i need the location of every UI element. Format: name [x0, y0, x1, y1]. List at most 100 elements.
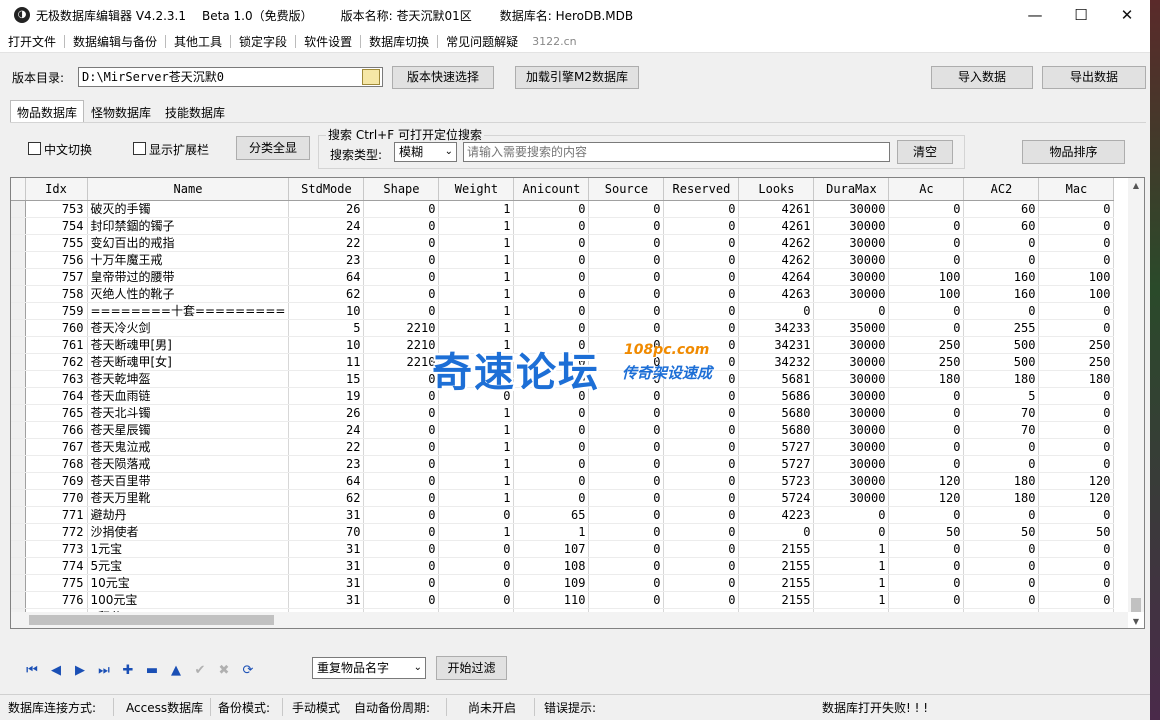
table-cell[interactable]: 0: [663, 387, 740, 405]
table-cell[interactable]: 0: [963, 506, 1040, 524]
table-cell[interactable]: 180: [963, 370, 1040, 388]
table-cell[interactable]: 1: [813, 574, 890, 592]
table-cell[interactable]: 30000: [813, 370, 890, 388]
table-cell[interactable]: 0: [588, 285, 665, 303]
table-cell[interactable]: 0: [1038, 302, 1115, 320]
table-cell[interactable]: 30000: [813, 438, 890, 456]
table-cell[interactable]: 764: [25, 387, 88, 405]
tab-monsters[interactable]: 怪物数据库: [84, 100, 158, 122]
table-cell[interactable]: 5680: [738, 421, 815, 439]
table-cell[interactable]: 755: [25, 234, 88, 252]
table-cell[interactable]: 62: [288, 489, 365, 507]
table-cell[interactable]: 0: [663, 489, 740, 507]
table-cell[interactable]: 1: [438, 404, 515, 422]
menu-site-link[interactable]: 3122.cn: [532, 35, 577, 48]
row-indicator[interactable]: [11, 574, 26, 592]
table-cell[interactable]: 30000: [813, 387, 890, 405]
table-cell[interactable]: 2210: [363, 353, 440, 371]
table-cell[interactable]: 250: [888, 336, 965, 354]
close-icon[interactable]: ✕: [1104, 0, 1150, 30]
table-cell[interactable]: 0: [888, 387, 965, 405]
table-cell[interactable]: 0: [963, 557, 1040, 575]
table-row[interactable]: 773 1元宝 31 0 0 107 0 0 2155 1 0 0 0: [11, 540, 1115, 558]
next-record-icon[interactable]: ▶: [68, 658, 92, 682]
table-cell[interactable]: 11: [288, 353, 365, 371]
table-cell[interactable]: 0: [1038, 404, 1115, 422]
table-cell[interactable]: 0: [588, 455, 665, 473]
table-cell[interactable]: 0: [888, 421, 965, 439]
table-cell[interactable]: 苍天断魂甲[女]: [87, 353, 290, 371]
table-cell[interactable]: 0: [588, 421, 665, 439]
row-indicator[interactable]: [11, 404, 26, 422]
table-cell[interactable]: 34233: [738, 319, 815, 337]
table-cell[interactable]: 0: [588, 319, 665, 337]
table-cell[interactable]: 5: [288, 319, 365, 337]
table-cell[interactable]: 苍天万里靴: [87, 489, 290, 507]
table-cell[interactable]: 0: [513, 285, 590, 303]
table-cell[interactable]: 758: [25, 285, 88, 303]
table-cell[interactable]: 0: [1038, 387, 1115, 405]
horizontal-scrollbar[interactable]: [11, 612, 1128, 628]
table-cell[interactable]: 0: [888, 591, 965, 609]
table-cell[interactable]: 768: [25, 455, 88, 473]
table-cell[interactable]: 0: [513, 200, 590, 218]
table-row[interactable]: 756 十万年魔王戒 23 0 1 0 0 0 4262 30000 0 0 0: [11, 251, 1115, 269]
table-cell[interactable]: 0: [663, 319, 740, 337]
start-filter-button[interactable]: 开始过滤: [436, 656, 507, 680]
table-cell[interactable]: 100: [1038, 268, 1115, 286]
table-cell[interactable]: 180: [888, 370, 965, 388]
table-cell[interactable]: 5681: [738, 370, 815, 388]
table-row[interactable]: 775 10元宝 31 0 0 109 0 0 2155 1 0 0 0: [11, 574, 1115, 592]
table-cell[interactable]: 24: [288, 217, 365, 235]
table-cell[interactable]: 180: [963, 472, 1040, 490]
table-cell[interactable]: 苍天星辰镯: [87, 421, 290, 439]
table-cell[interactable]: 0: [963, 540, 1040, 558]
table-cell[interactable]: 0: [363, 285, 440, 303]
table-cell[interactable]: 250: [1038, 336, 1115, 354]
table-cell[interactable]: 5723: [738, 472, 815, 490]
table-cell[interactable]: 1: [813, 557, 890, 575]
table-cell[interactable]: 19: [288, 387, 365, 405]
row-indicator[interactable]: [11, 472, 26, 490]
table-cell[interactable]: 沙捐使者: [87, 523, 290, 541]
row-indicator[interactable]: [11, 421, 26, 439]
table-cell[interactable]: 0: [963, 234, 1040, 252]
table-cell[interactable]: 0: [363, 268, 440, 286]
col-header[interactable]: Looks: [738, 178, 815, 201]
table-cell[interactable]: 0: [1038, 421, 1115, 439]
table-cell[interactable]: 30000: [813, 421, 890, 439]
table-cell[interactable]: 0: [1038, 319, 1115, 337]
horizontal-scroll-thumb[interactable]: [29, 615, 274, 625]
table-cell[interactable]: 765: [25, 404, 88, 422]
table-row[interactable]: 755 变幻百出的戒指 22 0 1 0 0 0 4262 30000 0 0 0: [11, 234, 1115, 252]
row-indicator[interactable]: [11, 591, 26, 609]
col-header[interactable]: Shape: [363, 178, 440, 201]
table-cell[interactable]: 0: [513, 421, 590, 439]
table-row[interactable]: 770 苍天万里靴 62 0 1 0 0 0 5724 30000 120 180 120: [11, 489, 1115, 507]
table-cell[interactable]: 0: [588, 489, 665, 507]
table-cell[interactable]: 0: [963, 455, 1040, 473]
table-cell[interactable]: 0: [513, 404, 590, 422]
table-cell[interactable]: 70: [288, 523, 365, 541]
table-cell[interactable]: 0: [663, 404, 740, 422]
table-cell[interactable]: 109: [513, 574, 590, 592]
table-cell[interactable]: 776: [25, 591, 88, 609]
table-cell[interactable]: 30000: [813, 472, 890, 490]
table-cell[interactable]: 0: [363, 540, 440, 558]
table-row[interactable]: 760 苍天冷火剑 5 2210 1 0 0 0 34233 35000 0 255 0: [11, 319, 1115, 337]
table-cell[interactable]: 31: [288, 506, 365, 524]
row-indicator[interactable]: [11, 251, 26, 269]
table-cell[interactable]: 0: [663, 540, 740, 558]
table-cell[interactable]: 70: [963, 421, 1040, 439]
table-cell[interactable]: 0: [663, 336, 740, 354]
col-header[interactable]: StdMode: [288, 178, 365, 201]
table-cell[interactable]: 5727: [738, 455, 815, 473]
table-row[interactable]: 761 苍天断魂甲[男] 10 2210 1 0 0 0 34231 30000 250 500 250: [11, 336, 1115, 354]
col-header[interactable]: DuraMax: [813, 178, 890, 201]
table-cell[interactable]: 0: [513, 319, 590, 337]
col-header[interactable]: Name: [87, 178, 290, 201]
table-cell[interactable]: 1: [438, 455, 515, 473]
table-cell[interactable]: 0: [363, 234, 440, 252]
table-cell[interactable]: 0: [1038, 574, 1115, 592]
vertical-scrollbar[interactable]: ▲ ▼: [1128, 178, 1144, 626]
